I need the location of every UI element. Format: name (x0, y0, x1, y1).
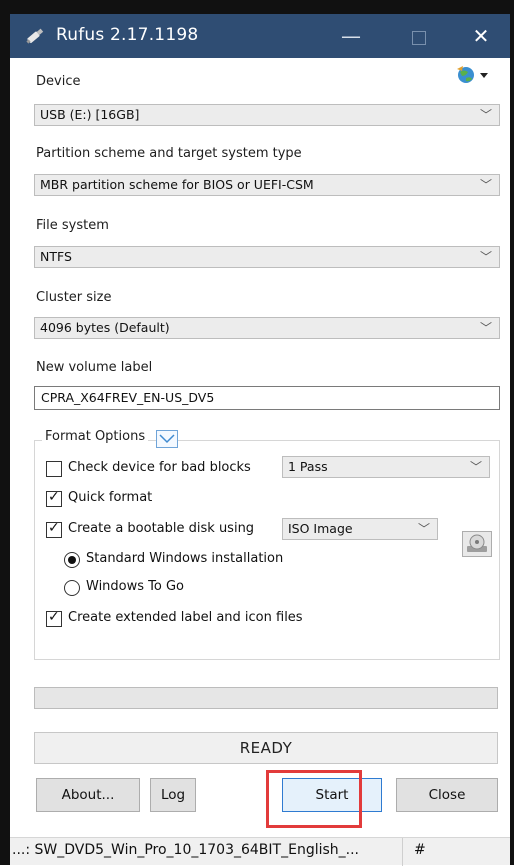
quick-format-label: Quick format (68, 490, 153, 505)
rufus-window: Rufus 2.17.1198 — ✕ Device USB (E:) [16G… (10, 14, 510, 866)
chevron-down-icon: ﹀ (479, 250, 492, 264)
chevron-down-icon: ﹀ (417, 522, 430, 536)
bad-blocks-label: Check device for bad blocks (68, 460, 251, 475)
minimize-button[interactable]: — (324, 14, 378, 58)
select-iso-button[interactable] (462, 531, 492, 557)
standard-install-radio[interactable] (64, 552, 80, 568)
bootable-disk-checkbox[interactable]: ✓ (46, 520, 62, 538)
bad-blocks-checkbox[interactable] (46, 461, 62, 477)
chevron-down-icon: ﹀ (469, 460, 482, 474)
filesystem-label: File system (36, 218, 109, 233)
checkmark-icon: ✓ (48, 609, 60, 625)
maximize-button[interactable] (392, 14, 446, 58)
about-button[interactable]: About... (36, 778, 140, 812)
quick-format-checkbox[interactable]: ✓ (46, 489, 62, 507)
volume-label-input[interactable]: CPRA_X64FREV_EN-US_DV5 (34, 386, 500, 410)
chevron-down-icon (159, 434, 175, 444)
windows-to-go-label: Windows To Go (86, 579, 185, 594)
chevron-down-icon: ﹀ (479, 178, 492, 192)
filesystem-value: NTFS (40, 249, 72, 264)
device-label: Device (36, 74, 81, 89)
extended-label-label: Create extended label and icon files (68, 610, 303, 625)
format-options-title: Format Options (42, 429, 149, 444)
chevron-down-icon: ﹀ (479, 321, 492, 335)
chevron-down-icon: ﹀ (479, 108, 492, 122)
filesystem-select[interactable]: NTFS ﹀ (34, 246, 500, 268)
close-button[interactable]: Close (396, 778, 498, 812)
window-title: Rufus 2.17.1198 (56, 25, 199, 45)
partition-select[interactable]: MBR partition scheme for BIOS or UEFI-CS… (34, 174, 500, 196)
close-window-button[interactable]: ✕ (454, 14, 508, 58)
status-text: READY (34, 732, 498, 764)
bootable-disk-label: Create a bootable disk using (68, 521, 255, 536)
footer-divider (402, 838, 403, 866)
boot-source-value: ISO Image (288, 521, 353, 536)
partition-value: MBR partition scheme for BIOS or UEFI-CS… (40, 177, 314, 192)
volume-label: New volume label (36, 360, 153, 375)
status-footer: ...: SW_DVD5_Win_Pro_10_1703_64BIT_Engli… (10, 837, 510, 866)
partition-label: Partition scheme and target system type (36, 146, 302, 161)
footer-filename: ...: SW_DVD5_Win_Pro_10_1703_64BIT_Engli… (12, 842, 359, 858)
cluster-label: Cluster size (36, 290, 112, 305)
cluster-select[interactable]: 4096 bytes (Default) ﹀ (34, 317, 500, 339)
globe-language-icon[interactable] (454, 64, 494, 86)
boot-source-select[interactable]: ISO Image ﹀ (282, 518, 438, 540)
checkmark-icon: ✓ (48, 489, 60, 505)
extended-label-checkbox[interactable]: ✓ (46, 609, 62, 627)
device-select[interactable]: USB (E:) [16GB] ﹀ (34, 104, 500, 126)
start-button-highlight (266, 770, 362, 828)
log-button[interactable]: Log (150, 778, 196, 812)
bad-blocks-passes-select[interactable]: 1 Pass ﹀ (282, 456, 490, 478)
checkmark-icon: ✓ (48, 520, 60, 536)
cluster-value: 4096 bytes (Default) (40, 320, 170, 335)
title-bar[interactable]: Rufus 2.17.1198 — ✕ (10, 14, 510, 58)
disc-drive-icon (467, 534, 487, 552)
hash-button[interactable]: # (414, 842, 426, 858)
progress-bar (34, 687, 498, 709)
format-options-toggle[interactable] (156, 430, 178, 448)
bad-blocks-passes-value: 1 Pass (288, 459, 328, 474)
device-value: USB (E:) [16GB] (40, 107, 140, 122)
standard-install-label: Standard Windows installation (86, 551, 284, 566)
radio-selected-dot (68, 556, 76, 564)
rufus-usb-icon (26, 28, 44, 44)
windows-to-go-radio[interactable] (64, 580, 80, 596)
maximize-icon (412, 30, 426, 45)
